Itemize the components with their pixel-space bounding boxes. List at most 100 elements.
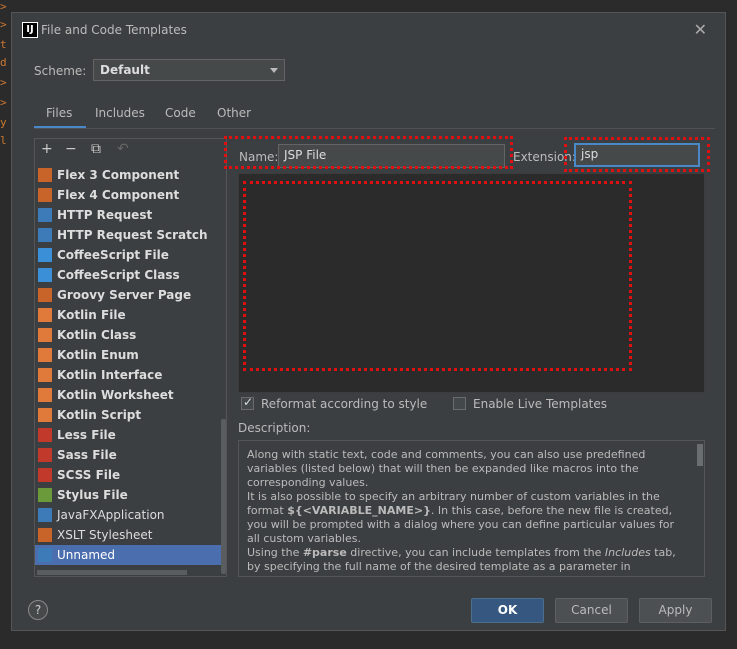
description-p3c: directive, you can include templates fro…	[346, 546, 605, 559]
list-horizontal-scrollbar[interactable]	[37, 570, 187, 575]
scheme-label: Scheme:	[34, 64, 87, 78]
template-list-item[interactable]: Flex 3 Component	[35, 165, 221, 185]
file-type-icon	[38, 248, 52, 262]
template-list-item[interactable]: Kotlin Class	[35, 325, 221, 345]
tab-files[interactable]: Files	[46, 106, 72, 120]
file-type-icon	[38, 268, 52, 282]
template-list-item-label: HTTP Request Scratch	[57, 228, 208, 242]
template-list-item-label: XSLT Stylesheet	[57, 528, 153, 542]
title-bar: IJ File and Code Templates ✕	[12, 13, 725, 47]
file-type-icon	[38, 188, 52, 202]
template-list: Flex 3 Component Flex 4 Component HTTP Req…	[35, 165, 221, 565]
template-list-item-label: CoffeeScript File	[57, 248, 169, 262]
template-list-item[interactable]: SCSS File	[35, 465, 221, 485]
list-toolbar: + − ⧉ ↶	[35, 139, 226, 161]
template-list-item-label: Groovy Server Page	[57, 288, 192, 302]
file-type-icon	[38, 388, 52, 402]
template-list-item[interactable]: Kotlin Script	[35, 405, 221, 425]
template-list-item-label: CoffeeScript Class	[57, 268, 180, 282]
template-list-item[interactable]: Flex 4 Component	[35, 185, 221, 205]
live-templates-label: Enable Live Templates	[473, 397, 608, 411]
description-p3a: Using the	[247, 546, 303, 559]
file-type-icon	[38, 528, 52, 542]
file-type-icon	[38, 208, 52, 222]
template-list-item[interactable]: Stylus File	[35, 485, 221, 505]
scheme-dropdown[interactable]: Default	[93, 59, 285, 81]
file-type-icon	[38, 448, 52, 462]
template-list-item-label: Unnamed	[57, 548, 116, 562]
file-type-icon	[38, 288, 52, 302]
copy-icon[interactable]: ⧉	[91, 141, 101, 157]
file-type-icon	[38, 228, 52, 242]
template-list-item-label: Kotlin Class	[57, 328, 137, 342]
scheme-value: Default	[100, 63, 150, 77]
template-list-item-label: Flex 3 Component	[57, 168, 180, 182]
file-type-icon	[38, 428, 52, 442]
reformat-checkbox[interactable]	[241, 395, 254, 410]
template-list-item[interactable]: HTTP Request Scratch	[35, 225, 221, 245]
template-list-item[interactable]: JavaFXApplication	[35, 505, 221, 525]
description-parse-directive: #parse	[302, 546, 347, 559]
file-and-code-templates-dialog: IJ File and Code Templates ✕ Scheme: Def…	[11, 12, 726, 631]
template-list-item[interactable]: CoffeeScript File	[35, 245, 221, 265]
template-list-item[interactable]: Groovy Server Page	[35, 285, 221, 305]
remove-icon[interactable]: −	[65, 141, 77, 157]
description-text: Along with static text, code and comment…	[247, 448, 687, 574]
file-type-icon	[38, 168, 52, 182]
reset-icon[interactable]: ↶	[117, 141, 129, 157]
file-type-icon	[38, 408, 52, 422]
help-button[interactable]: ?	[28, 600, 48, 620]
chevron-down-icon	[270, 68, 278, 73]
template-list-item-label: Kotlin File	[57, 308, 126, 322]
file-type-icon	[38, 508, 52, 522]
template-list-item-label: SCSS File	[57, 468, 121, 482]
description-scrollbar[interactable]	[697, 444, 703, 466]
highlight-name-box	[224, 136, 513, 169]
highlight-extension-box	[564, 137, 710, 172]
template-list-item[interactable]: Unnamed	[35, 545, 221, 565]
tab-includes[interactable]: Includes	[95, 106, 145, 120]
intellij-app-icon: IJ	[22, 22, 38, 38]
description-panel: Along with static text, code and comment…	[238, 440, 705, 577]
template-list-item-label: Less File	[57, 428, 116, 442]
template-list-item-label: Kotlin Worksheet	[57, 388, 174, 402]
file-type-icon	[38, 308, 52, 322]
template-list-item[interactable]: XSLT Stylesheet	[35, 525, 221, 545]
file-type-icon	[38, 368, 52, 382]
template-list-item-label: Kotlin Script	[57, 408, 142, 422]
live-templates-checkbox[interactable]	[453, 397, 466, 410]
add-icon[interactable]: +	[41, 141, 53, 157]
reformat-label: Reformat according to style	[261, 397, 428, 411]
template-list-item-label: Kotlin Enum	[57, 348, 139, 362]
file-type-icon	[38, 348, 52, 362]
list-scrollbar[interactable]	[221, 419, 226, 574]
close-icon[interactable]: ✕	[694, 20, 707, 39]
template-list-item[interactable]: Sass File	[35, 445, 221, 465]
template-list-item[interactable]: Less File	[35, 425, 221, 445]
template-list-item-label: HTTP Request	[57, 208, 153, 222]
file-type-icon	[38, 488, 52, 502]
template-list-item[interactable]: Kotlin Interface	[35, 365, 221, 385]
template-list-item[interactable]: CoffeeScript Class	[35, 265, 221, 285]
template-list-panel: + − ⧉ ↶ Flex 3 Component Flex 4 Component…	[34, 138, 227, 577]
description-p1: Along with static text, code and comment…	[247, 448, 646, 489]
description-includes: Includes	[604, 546, 651, 559]
template-list-item[interactable]: Kotlin Worksheet	[35, 385, 221, 405]
description-variable-format: ${<VARIABLE_NAME>}	[287, 504, 431, 517]
template-list-item[interactable]: Kotlin File	[35, 305, 221, 325]
template-list-item[interactable]: Kotlin Enum	[35, 345, 221, 365]
template-list-item-label: Sass File	[57, 448, 117, 462]
cancel-button[interactable]: Cancel	[555, 598, 628, 623]
tab-code[interactable]: Code	[165, 106, 196, 120]
file-type-icon	[38, 468, 52, 482]
highlight-editor-box	[243, 181, 632, 371]
apply-button[interactable]: Apply	[639, 598, 712, 623]
file-type-icon	[38, 548, 52, 562]
ok-button[interactable]: OK	[471, 598, 544, 623]
description-label: Description:	[238, 421, 311, 435]
template-list-item[interactable]: HTTP Request	[35, 205, 221, 225]
dialog-title: File and Code Templates	[41, 23, 187, 37]
tab-other[interactable]: Other	[217, 106, 251, 120]
template-list-item-label: Flex 4 Component	[57, 188, 180, 202]
template-list-item-label: JavaFXApplication	[57, 508, 165, 522]
